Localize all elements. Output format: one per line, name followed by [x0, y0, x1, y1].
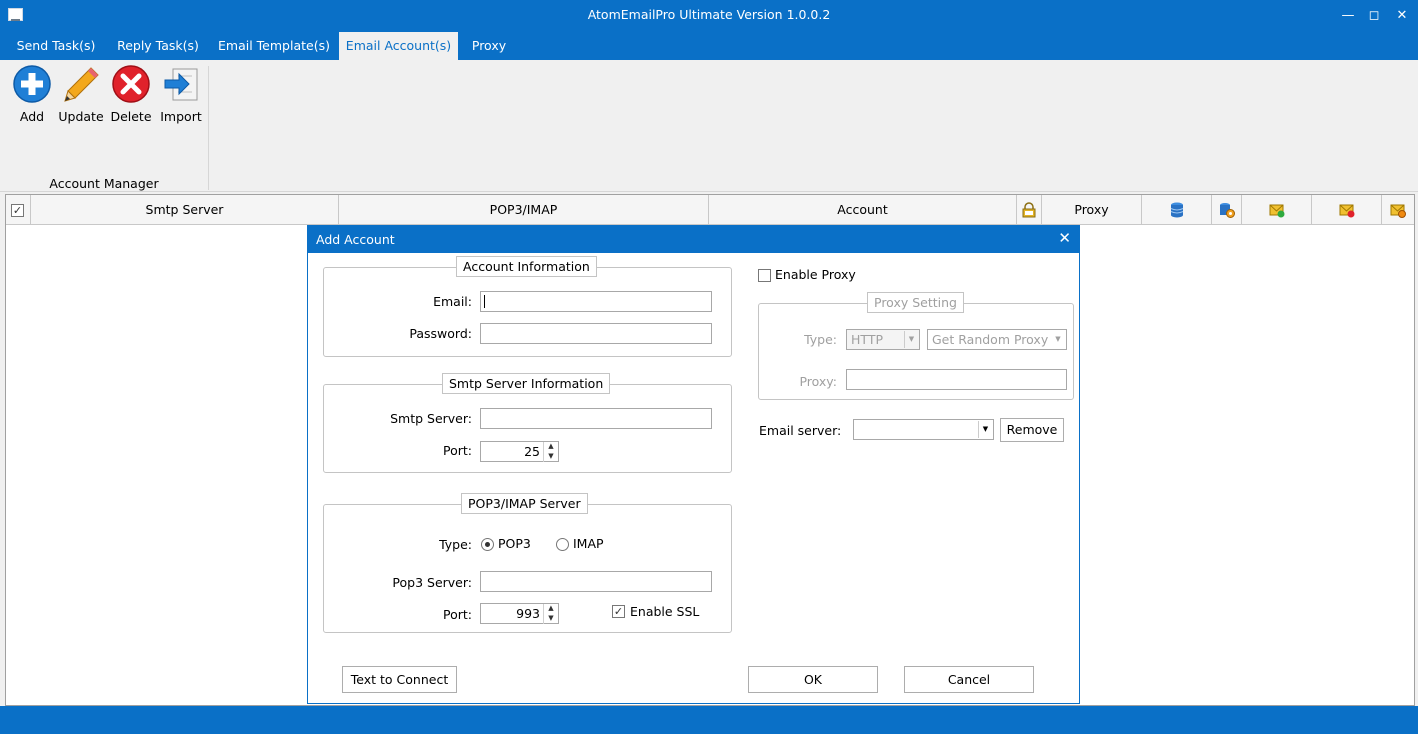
imap-radio-label: IMAP [573, 536, 604, 551]
status-bar [0, 706, 1418, 734]
pop3-port-stepper[interactable]: 993 ▲ ▼ [480, 603, 559, 624]
email-field[interactable] [480, 291, 712, 312]
mail-send-icon [1269, 204, 1284, 218]
mail-settings-icon [1390, 204, 1406, 218]
pop3-radio[interactable] [481, 538, 494, 551]
grid-header: ✓ Smtp Server POP3/IMAP Account Proxy [6, 195, 1414, 225]
column-database[interactable] [1142, 195, 1212, 225]
dialog-close-icon[interactable]: ✕ [1058, 229, 1071, 247]
pop3-server-label: Pop3 Server: [392, 575, 472, 590]
email-label: Email: [433, 294, 472, 309]
smtp-port-value: 25 [524, 444, 540, 459]
delete-button[interactable]: Delete [107, 64, 155, 124]
imap-radio[interactable] [556, 538, 569, 551]
update-button-label: Update [58, 109, 104, 124]
tab-email-accounts[interactable]: Email Account(s) [339, 32, 458, 60]
chevron-down-icon: ▼ [904, 331, 918, 348]
chevron-down-icon: ▼ [978, 421, 992, 438]
add-icon [13, 65, 51, 103]
pop3-radio-label: POP3 [498, 536, 531, 551]
pop3-type-label: Type: [439, 537, 472, 552]
pop3-port-value: 993 [516, 606, 540, 621]
account-info-legend: Account Information [456, 256, 597, 277]
test-connect-button[interactable]: Text to Connect [342, 666, 457, 693]
ribbon-separator [208, 66, 209, 190]
ribbon-group-label: Account Manager [49, 176, 159, 191]
ribbon-toolbar: Add Update Delete Import Account Manager [0, 60, 1418, 192]
smtp-info-legend: Smtp Server Information [442, 373, 611, 394]
import-button-label: Import [160, 109, 202, 124]
smtp-port-stepper[interactable]: 25 ▲ ▼ [480, 441, 559, 462]
proxy-type-select[interactable]: HTTP ▼ [846, 329, 920, 350]
mail-error-icon [1339, 204, 1354, 218]
proxy-type-label: Type: [804, 332, 837, 347]
pop3-port-label: Port: [443, 607, 472, 622]
column-mail-settings[interactable] [1382, 195, 1414, 225]
column-mail-error[interactable] [1312, 195, 1382, 225]
add-button[interactable]: Add [8, 64, 56, 124]
database-icon [1170, 202, 1183, 218]
password-field[interactable] [480, 323, 712, 344]
column-pop3-imap[interactable]: POP3/IMAP [339, 195, 709, 225]
import-button[interactable]: Import [157, 64, 205, 124]
pop3-server-field[interactable] [480, 571, 712, 592]
update-button[interactable]: Update [57, 64, 105, 124]
proxy-setting-legend: Proxy Setting [867, 292, 964, 313]
smtp-server-field[interactable] [480, 408, 712, 429]
select-all-checkbox[interactable]: ✓ [11, 204, 24, 217]
ok-button[interactable]: OK [748, 666, 878, 693]
tab-proxy[interactable]: Proxy [462, 32, 516, 60]
text-caret [484, 295, 485, 308]
proxy-field[interactable] [846, 369, 1067, 390]
maximize-icon[interactable]: ◻ [1360, 4, 1388, 28]
tab-email-templates[interactable]: Email Template(s) [212, 32, 336, 60]
proxy-mode-select[interactable]: Get Random Proxy ▼ [927, 329, 1067, 350]
smtp-server-label: Smtp Server: [390, 411, 472, 426]
cancel-button[interactable]: Cancel [904, 666, 1034, 693]
dialog-title: Add Account [316, 232, 395, 247]
column-ssl[interactable] [1017, 195, 1042, 225]
account-info-group: Account Information Email: Password: [323, 256, 732, 357]
column-smtp-server[interactable]: Smtp Server [31, 195, 339, 225]
column-account[interactable]: Account [709, 195, 1017, 225]
email-server-label: Email server: [759, 423, 842, 438]
title-bar: AtomEmailPro Ultimate Version 1.0.0.2 — … [0, 0, 1418, 32]
spin-up-icon[interactable]: ▲ [543, 442, 558, 452]
smtp-info-group: Smtp Server Information Smtp Server: Por… [323, 373, 732, 473]
pop3-imap-legend: POP3/IMAP Server [461, 493, 588, 514]
remove-button[interactable]: Remove [1000, 418, 1064, 442]
import-icon [164, 68, 198, 101]
column-proxy[interactable]: Proxy [1042, 195, 1142, 225]
window-title: AtomEmailPro Ultimate Version 1.0.0.2 [587, 7, 831, 22]
select-all-column[interactable]: ✓ [6, 195, 31, 225]
enable-ssl-label: Enable SSL [630, 604, 700, 619]
close-icon[interactable]: ✕ [1388, 4, 1416, 28]
database-gear-icon [1219, 203, 1235, 218]
pencil-icon [64, 67, 99, 102]
spin-down-icon[interactable]: ▼ [543, 452, 558, 462]
chevron-down-icon: ▼ [1055, 335, 1061, 343]
ssl-icon [1022, 202, 1036, 218]
add-account-dialog: Add Account ✕ Account Information Email:… [307, 225, 1080, 704]
dialog-title-bar: Add Account ✕ [308, 226, 1079, 253]
tab-send-tasks[interactable]: Send Task(s) [8, 32, 104, 60]
column-database-gear[interactable] [1212, 195, 1242, 225]
proxy-setting-group: Proxy Setting Type: HTTP ▼ Get Random Pr… [758, 292, 1074, 400]
enable-proxy-label: Enable Proxy [775, 267, 856, 282]
spin-up-icon[interactable]: ▲ [543, 604, 558, 614]
enable-ssl-checkbox[interactable]: ✓ [612, 605, 625, 618]
tab-reply-tasks[interactable]: Reply Task(s) [108, 32, 208, 60]
column-mail-send[interactable] [1242, 195, 1312, 225]
email-server-select[interactable]: ▼ [853, 419, 994, 440]
add-button-label: Add [19, 109, 45, 124]
spin-down-icon[interactable]: ▼ [543, 614, 558, 624]
delete-icon [112, 65, 150, 103]
password-label: Password: [409, 326, 472, 341]
proxy-label: Proxy: [799, 374, 837, 389]
delete-button-label: Delete [110, 109, 152, 124]
pop3-imap-group: POP3/IMAP Server Type: POP3 IMAP Pop3 Se… [323, 493, 732, 633]
smtp-port-label: Port: [443, 443, 472, 458]
minimize-icon[interactable]: — [1334, 4, 1362, 28]
enable-proxy-checkbox[interactable] [758, 269, 771, 282]
